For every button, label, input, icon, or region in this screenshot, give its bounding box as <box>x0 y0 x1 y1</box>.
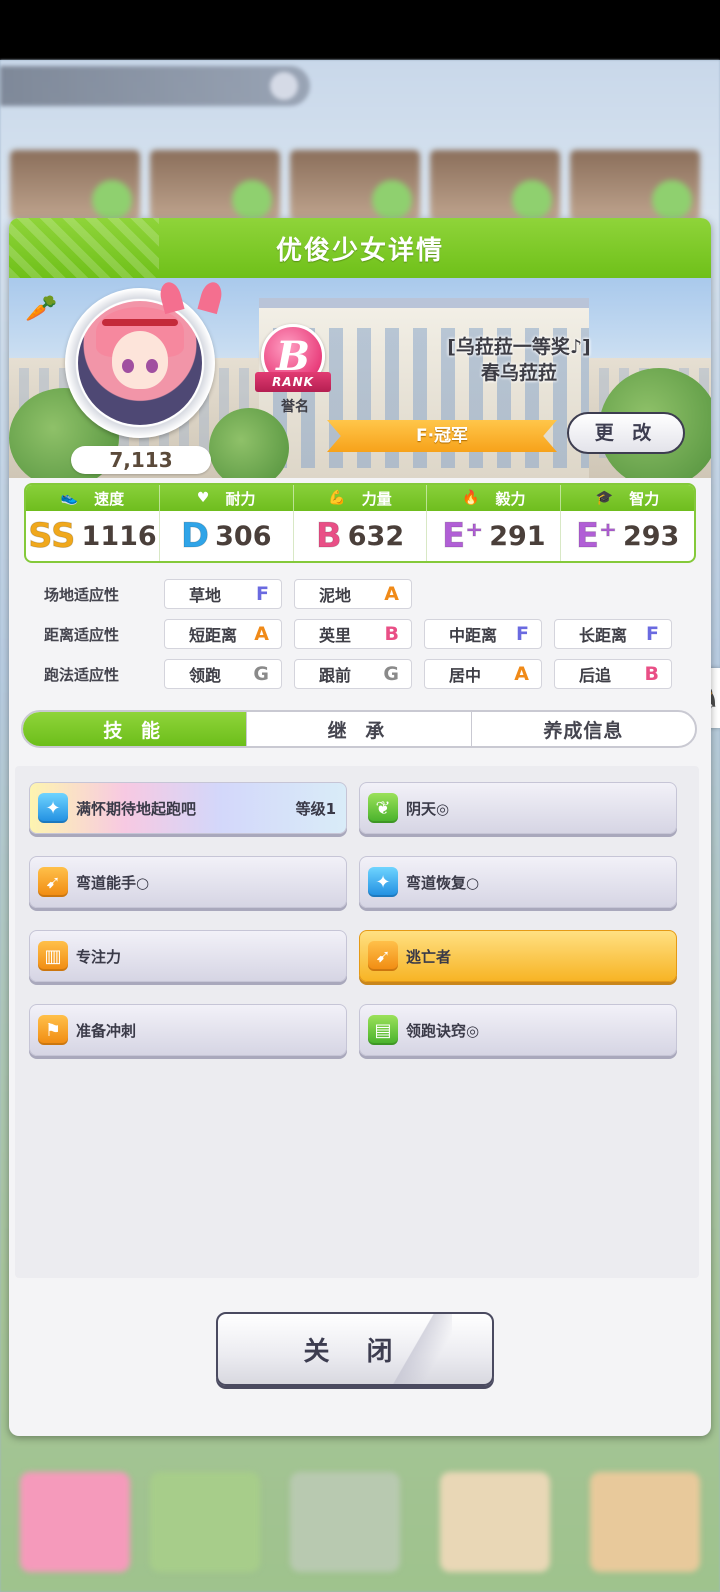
stat-speed: SS 1116 <box>26 511 160 561</box>
aptitude-label: 场地适应性 <box>44 585 120 604</box>
rank-subtitle: 誉名 <box>281 399 309 415</box>
arm-icon: 💪 <box>328 490 346 506</box>
aptitude-row-style: 跑法适应性 领跑 G 跟前 G 居中 A 后追 B <box>24 654 696 694</box>
flag-icon: ⚑ <box>38 1015 68 1045</box>
change-title-button[interactable]: 更 改 <box>567 412 685 454</box>
skill-item[interactable]: ✦ 弯道恢复○ <box>359 856 677 908</box>
stat-grade: D <box>180 516 210 556</box>
stat-value: 1116 <box>81 520 157 552</box>
stat-value: 293 <box>622 520 680 552</box>
character-epithet: [乌菈菈一等奖♪] <box>447 336 591 358</box>
evaluation-score: 7,113 <box>71 446 211 474</box>
stats-panel: 👟 速度 ♥ 耐力 💪 力量 🔥 毅力 🎓 智力 SS 1116 D 306 B 632 E⁺ 2… <box>24 483 696 563</box>
stat-value: 306 <box>215 520 272 552</box>
stat-header-stamina: ♥ 耐力 <box>160 485 294 511</box>
stat-guts: E⁺ 291 <box>427 511 562 561</box>
skill-item[interactable]: ▤ 领跑诀窍◎ <box>359 1004 677 1056</box>
background-bottom-nav <box>0 1440 720 1592</box>
aptitude-late: 居中 A <box>424 659 542 689</box>
skill-item[interactable]: ⚑ 准备冲刺 <box>29 1004 347 1056</box>
aptitude-pace: 跟前 G <box>294 659 412 689</box>
aptitude-label: 跑法适应性 <box>44 665 120 684</box>
character-name: 春乌菈菈 <box>480 362 557 384</box>
stat-stamina: D 306 <box>160 511 294 561</box>
heart-icon: ♥ <box>196 490 210 506</box>
detail-tabs: 技 能 继 承 养成信息 <box>21 710 697 748</box>
title-ribbon: F·冠军 <box>327 420 557 452</box>
status-bar <box>0 0 720 60</box>
aptitude-dirt: 泥地 A <box>294 579 412 609</box>
background-cards <box>10 150 700 220</box>
aptitude-row-surface: 场地适应性 草地 F 泥地 A <box>24 574 696 614</box>
stat-grade: SS <box>28 516 76 556</box>
tab-skills[interactable]: 技 能 <box>23 712 248 746</box>
stats-header: 👟 速度 ♥ 耐力 💪 力量 🔥 毅力 🎓 智力 <box>26 485 694 511</box>
character-detail-modal: 优俊少女详情 🥕 7,113 B RANK 誉名 [乌菈菈一等奖♪] 春乌菈菈 <box>9 218 711 1436</box>
aptitude-front: 领跑 G <box>164 659 282 689</box>
stat-grade: B <box>315 516 342 556</box>
stats-values: SS 1116 D 306 B 632 E⁺ 291 E⁺ 293 <box>26 511 694 561</box>
carrot-icon: 🥕 <box>25 294 58 324</box>
aptitude-medium: 中距离 F <box>424 619 542 649</box>
skill-item[interactable]: ❦ 阴天◎ <box>359 782 677 834</box>
character-hero: 🥕 7,113 B RANK 誉名 [乌菈菈一等奖♪] 春乌菈菈 F·冠军 更 … <box>9 278 711 478</box>
aptitude-long: 长距离 F <box>554 619 672 649</box>
tree <box>209 408 289 478</box>
tab-training-info[interactable]: 养成信息 <box>472 712 695 746</box>
skills-list: ✦ 满怀期待地起跑吧 等级1 ❦ 阴天◎ ➹ 弯道能手○ ✦ 弯道恢复○ ▥ 专… <box>15 766 699 1278</box>
stat-power: B 632 <box>294 511 428 561</box>
avatar <box>78 301 202 425</box>
stat-header-wisdom: 🎓 智力 <box>595 489 660 508</box>
rank-word: RANK <box>255 372 331 392</box>
book-icon: ▤ <box>368 1015 398 1045</box>
skill-item[interactable]: ✦ 满怀期待地起跑吧 等级1 <box>29 782 347 834</box>
stat-header-guts: 🔥 毅力 <box>427 485 562 511</box>
horse-ears-icon <box>151 279 241 315</box>
skill-item[interactable]: ➹ 逃亡者 <box>359 930 677 982</box>
stat-value: 632 <box>347 520 405 552</box>
aptitude-label: 距离适应性 <box>44 625 120 644</box>
runner-icon: ➹ <box>38 867 68 897</box>
stat-grade: E⁺ <box>442 516 484 556</box>
tab-inheritance[interactable]: 继 承 <box>247 712 472 746</box>
sparkle-icon: ✦ <box>38 793 68 823</box>
aptitude-turf: 草地 F <box>164 579 282 609</box>
aptitude-row-distance: 距离适应性 短距离 A 英里 B 中距离 F 长距离 F <box>24 614 696 654</box>
skill-item[interactable]: ➹ 弯道能手○ <box>29 856 347 908</box>
stat-grade: E⁺ <box>575 516 617 556</box>
skill-item[interactable]: ▥ 专注力 <box>29 930 347 982</box>
background-banner <box>0 66 310 106</box>
aptitude-panel: 场地适应性 草地 F 泥地 A 距离适应性 短距离 A 英里 B 中距离 F 长距离 F 跑… <box>24 574 696 694</box>
sparkle-icon: ✦ <box>368 867 398 897</box>
modal-header: 优俊少女详情 <box>9 218 711 278</box>
shoe-icon: 👟 <box>60 490 79 506</box>
character-portrait[interactable] <box>65 279 225 438</box>
graduation-cap-icon: 🎓 <box>595 490 614 506</box>
modal-title: 优俊少女详情 <box>275 235 444 266</box>
stat-wisdom: E⁺ 293 <box>561 511 694 561</box>
skill-level: 等级1 <box>295 799 336 818</box>
flame-icon: 🔥 <box>462 490 480 506</box>
leaf-icon: ❦ <box>368 793 398 823</box>
stat-header-speed: 👟 速度 <box>26 485 160 511</box>
runner-icon: ➹ <box>368 941 398 971</box>
stat-header-power: 💪 力量 <box>294 485 428 511</box>
aptitude-sprint: 短距离 A <box>164 619 282 649</box>
gate-icon: ▥ <box>38 941 68 971</box>
stat-value: 291 <box>489 520 546 552</box>
rank-badge: B RANK <box>255 324 331 394</box>
close-button[interactable]: 关 闭 <box>216 1312 494 1386</box>
aptitude-mile: 英里 B <box>294 619 412 649</box>
aptitude-end: 后追 B <box>554 659 672 689</box>
